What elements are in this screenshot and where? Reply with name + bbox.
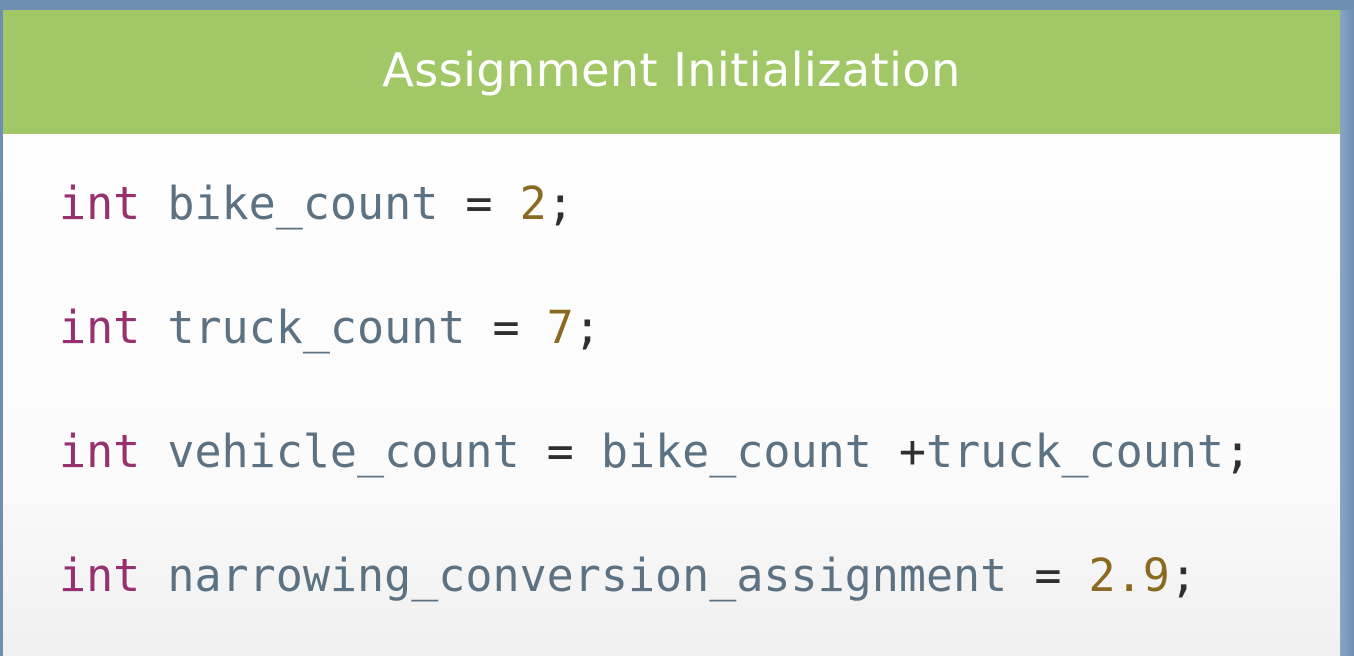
code-line: int truck_count = 7; bbox=[59, 300, 601, 356]
literal-value: 2.9 bbox=[1088, 549, 1170, 602]
keyword: int bbox=[59, 425, 141, 478]
keyword: int bbox=[59, 549, 141, 602]
variable-name: vehicle_count bbox=[167, 425, 520, 478]
variable-name: truck_count bbox=[167, 301, 466, 354]
code-line: int bike_count = 2; bbox=[59, 176, 574, 232]
slide: Assignment Initialization int bike_count… bbox=[3, 10, 1340, 656]
slide-edge bbox=[1340, 10, 1354, 656]
semicolon: ; bbox=[1224, 425, 1252, 478]
code-line: int narrowing_conversion_assignment = 2.… bbox=[59, 548, 1197, 604]
assign-operator: = bbox=[465, 177, 493, 230]
keyword: int bbox=[59, 177, 141, 230]
assign-operator: = bbox=[492, 301, 520, 354]
semicolon: ; bbox=[1169, 549, 1197, 602]
assign-operator: = bbox=[546, 425, 574, 478]
semicolon: ; bbox=[573, 301, 601, 354]
code-line: int vehicle_count = bike_count +truck_co… bbox=[59, 424, 1251, 480]
plus-operator: + bbox=[898, 425, 926, 478]
variable-name: bike_count bbox=[167, 177, 439, 230]
title-bar: Assignment Initialization bbox=[3, 10, 1340, 134]
operand: bike_count bbox=[600, 425, 872, 478]
operand: truck_count bbox=[925, 425, 1224, 478]
keyword: int bbox=[59, 301, 141, 354]
semicolon: ; bbox=[546, 177, 574, 230]
variable-name: narrowing_conversion_assignment bbox=[167, 549, 1008, 602]
assign-operator: = bbox=[1034, 549, 1062, 602]
slide-title: Assignment Initialization bbox=[382, 43, 961, 97]
literal-value: 2 bbox=[519, 177, 547, 230]
literal-value: 7 bbox=[546, 301, 574, 354]
